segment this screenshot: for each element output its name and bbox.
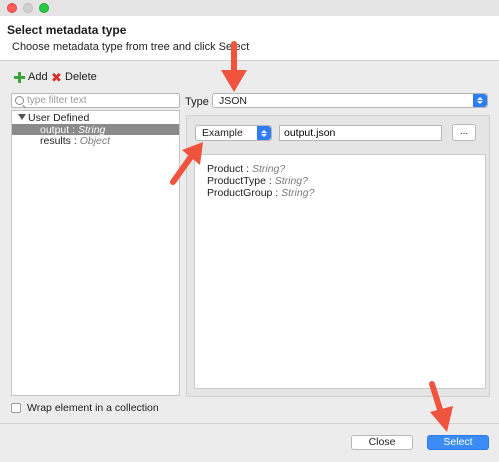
tree-item-separator: :: [70, 135, 80, 147]
select-arrows-icon: [473, 94, 487, 107]
browse-button[interactable]: ...: [452, 124, 476, 141]
close-button[interactable]: Close: [351, 435, 413, 450]
tree-root-label: User Defined: [28, 112, 90, 124]
type-select[interactable]: JSON: [212, 93, 488, 108]
dialog-title: Select metadata type: [7, 23, 127, 37]
mode-select[interactable]: Example: [195, 125, 272, 141]
list-item: ProductGroup : String?: [207, 187, 315, 199]
wrap-collection-option[interactable]: Wrap element in a collection: [11, 402, 159, 414]
add-label: Add: [28, 71, 48, 83]
tree-item-name: results: [40, 135, 71, 147]
search-icon: [15, 96, 24, 105]
dialog-subtitle: Choose metadata type from tree and click…: [12, 41, 250, 53]
filter-input[interactable]: [24, 94, 167, 107]
zoom-window-icon[interactable]: [39, 3, 49, 13]
select-arrows-icon: [257, 126, 271, 140]
tree-item-type: Object: [79, 135, 111, 147]
list-item: ProductType : String?: [207, 175, 308, 187]
list-item: Product : String?: [207, 163, 286, 175]
metadata-tree[interactable]: User Defined output : String results : O…: [11, 110, 180, 396]
tree-item-results[interactable]: results : Object: [40, 135, 110, 147]
filter-field: [11, 93, 180, 108]
close-window-icon[interactable]: [7, 3, 17, 13]
type-label: Type: [185, 96, 209, 108]
fields-list: Product : String? ProductType : String? …: [194, 154, 486, 389]
window-titlebar: [0, 0, 499, 16]
delete-button[interactable]: ✖ Delete: [51, 69, 97, 85]
delete-x-icon: ✖: [51, 69, 62, 85]
tree-node-user-defined[interactable]: User Defined: [18, 112, 89, 124]
dialog-header: Select metadata type Choose metadata typ…: [0, 16, 499, 61]
type-select-value: JSON: [219, 94, 248, 107]
minimize-window-icon[interactable]: [23, 3, 33, 13]
expand-triangle-icon[interactable]: [18, 114, 26, 120]
footer-divider: [0, 423, 499, 424]
plus-icon: [14, 71, 25, 83]
delete-label: Delete: [65, 71, 97, 83]
wrap-collection-checkbox[interactable]: [11, 403, 21, 413]
select-button[interactable]: Select: [427, 435, 489, 450]
add-button[interactable]: Add: [14, 71, 48, 83]
file-path-input[interactable]: [279, 125, 442, 141]
mode-select-value: Example: [202, 127, 243, 139]
wrap-collection-label: Wrap element in a collection: [27, 402, 159, 414]
